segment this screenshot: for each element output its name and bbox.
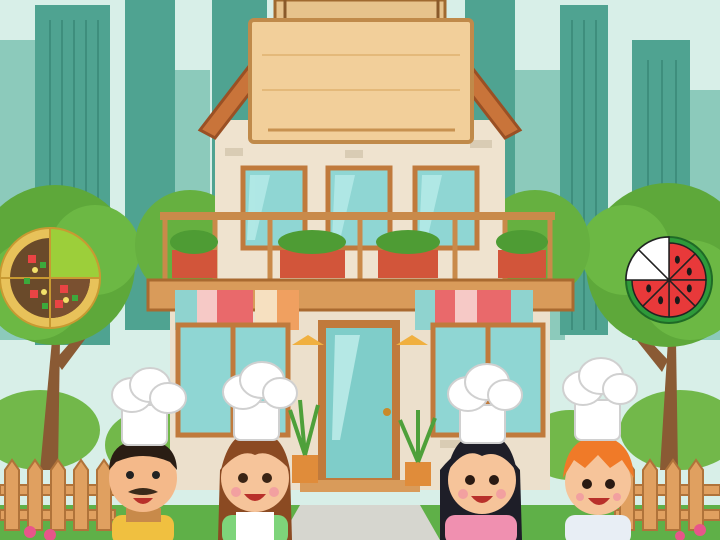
restaurant-sign-board [248,0,474,144]
watermelon-seed [674,255,680,264]
game-scene [0,0,720,540]
watermelon-fraction-icon[interactable] [625,236,713,324]
watermelon-seed [658,296,664,305]
watermelon-seed [646,284,652,293]
fence-left [0,458,116,531]
watermelon-seed [674,296,680,305]
stone-path [280,505,440,540]
watermelon-seed [686,284,692,293]
watermelon-seed [686,267,692,276]
pizza-fraction-icon[interactable] [0,226,102,329]
